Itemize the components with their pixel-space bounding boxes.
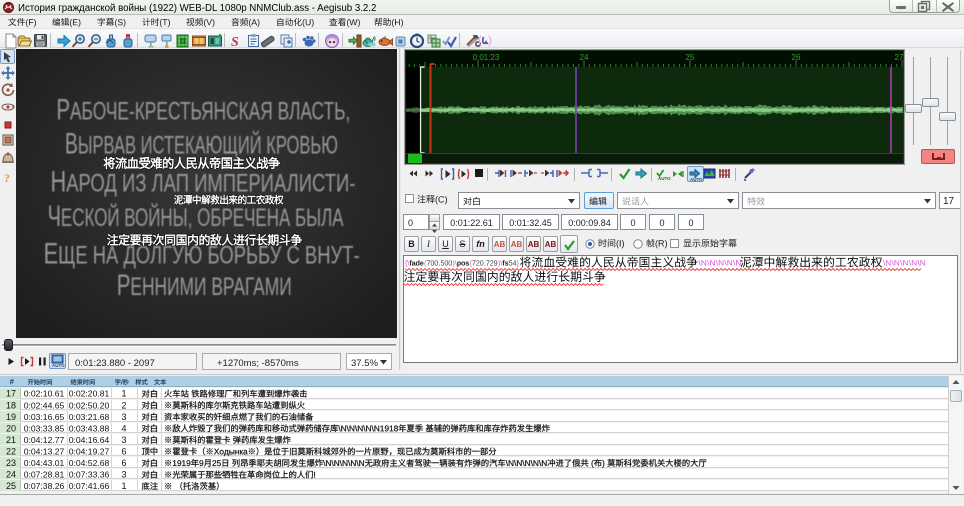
svg-text:0:04:13.27: 0:04:13.27 <box>24 446 65 456</box>
svg-text:6: 6 <box>121 458 126 468</box>
svg-text:0:02:44.65: 0:02:44.65 <box>24 400 65 410</box>
svg-text:17: 17 <box>6 389 16 399</box>
svg-text:0:04:43.01: 0:04:43.01 <box>24 458 65 468</box>
svg-text:20: 20 <box>6 423 16 433</box>
svg-text:19: 19 <box>6 412 16 422</box>
svg-text:0:07:33.36: 0:07:33.36 <box>69 470 110 480</box>
svg-text:0:07:38.26: 0:07:38.26 <box>24 481 65 491</box>
svg-text:0:07:41.66: 0:07:41.66 <box>69 481 110 491</box>
svg-text:0:04:16.64: 0:04:16.64 <box>69 435 110 445</box>
svg-text:0:04:52.68: 0:04:52.68 <box>69 458 110 468</box>
svg-text:18: 18 <box>6 400 16 410</box>
svg-text:0:03:16.65: 0:03:16.65 <box>24 412 65 422</box>
svg-text:4: 4 <box>121 423 126 433</box>
svg-text:0:03:21.68: 0:03:21.68 <box>69 412 110 422</box>
svg-text:2: 2 <box>121 400 126 410</box>
svg-text:3: 3 <box>121 470 126 480</box>
svg-text:0:02:10.61: 0:02:10.61 <box>24 389 65 399</box>
svg-text:0:04:19.27: 0:04:19.27 <box>69 446 110 456</box>
svg-text:21: 21 <box>6 435 16 445</box>
svg-text:24: 24 <box>6 470 16 480</box>
svg-text:0:02:20.81: 0:02:20.81 <box>69 389 110 399</box>
svg-text:23: 23 <box>6 458 16 468</box>
svg-text:1: 1 <box>121 389 126 399</box>
svg-text:0:03:43.88: 0:03:43.88 <box>69 423 110 433</box>
svg-text:25: 25 <box>6 481 16 491</box>
svg-text:0:02:50.20: 0:02:50.20 <box>69 400 110 410</box>
svg-text:0:07:28.81: 0:07:28.81 <box>24 470 65 480</box>
svg-text:6: 6 <box>121 446 126 456</box>
svg-text:0:03:33.85: 0:03:33.85 <box>24 423 65 433</box>
svg-text:0:04:12.77: 0:04:12.77 <box>24 435 65 445</box>
svg-text:22: 22 <box>6 446 16 456</box>
svg-text:1: 1 <box>121 481 126 491</box>
svg-text:3: 3 <box>121 435 126 445</box>
svg-text:3: 3 <box>121 412 126 422</box>
